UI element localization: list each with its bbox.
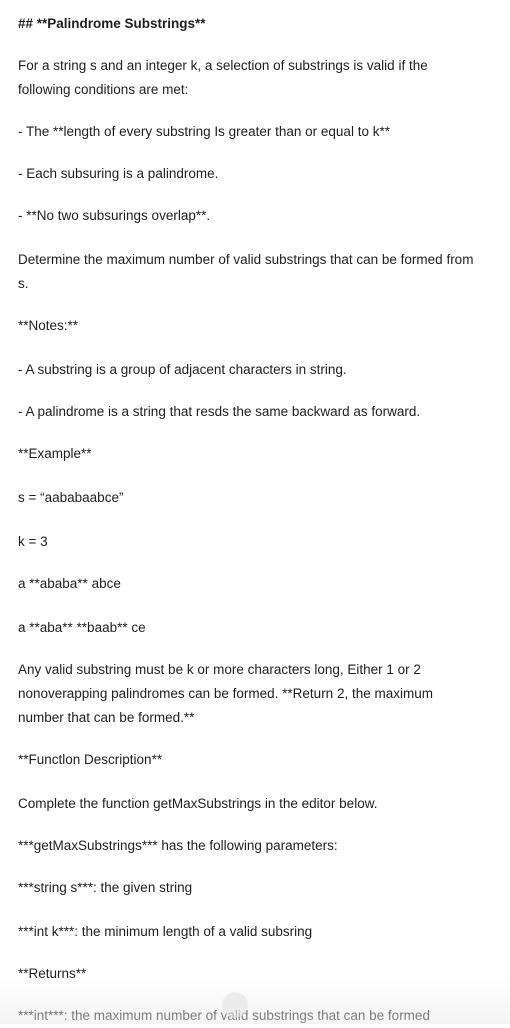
parameters-intro: ***getMaxSubstrings*** has the following… [18, 838, 338, 853]
example-heading: **Example** [18, 446, 92, 461]
explanation-line-1: Any valid substring must be k or more ch… [18, 662, 421, 677]
returns-description: ***int***: the maximum number of valid s… [18, 1008, 430, 1023]
intro-line-1: For a string s and an integer k, a selec… [18, 58, 428, 73]
explanation-line-2: nonoverapping palindromes can be formed.… [18, 686, 433, 701]
example-selection-1: a **ababa** abce [18, 576, 121, 591]
condition-palindrome: - Each subsuring is a palindrome. [18, 166, 219, 181]
problem-title: ## **Palindrome Substrings** [18, 16, 206, 31]
condition-no-overlap: - **No two subsurings overlap**. [18, 208, 211, 223]
condition-length: - The **length of every substring Is gre… [18, 124, 390, 139]
explanation-line-3: number that can be formed.** [18, 710, 195, 725]
parameter-k: ***int k***: the minimum length of a val… [18, 924, 313, 939]
function-description: Complete the function getMaxSubstrings i… [18, 796, 378, 811]
problem-document: ## **Palindrome Substrings** For a strin… [0, 0, 510, 1024]
example-selection-2: a **aba** **baab** ce [18, 620, 146, 635]
example-s-value: s = “aababаabce” [18, 490, 124, 505]
example-k-value: k = 3 [18, 534, 48, 549]
notes-heading: **Notes:** [18, 318, 79, 333]
determine-line-2: s. [18, 276, 29, 291]
note-palindrome: - A palindrome is a string that resds th… [18, 404, 421, 419]
determine-line-1: Determine the maximum number of valid su… [18, 252, 474, 267]
note-substring: - A substring is a group of adjacent cha… [18, 362, 347, 377]
parameter-s: ***string s***: the given string [18, 880, 193, 895]
intro-line-2: following conditions are met: [18, 82, 189, 97]
function-heading: **Functlon Description** [18, 752, 163, 767]
returns-heading: **Returns** [18, 966, 87, 981]
scroll-indicator-icon [222, 992, 248, 1018]
